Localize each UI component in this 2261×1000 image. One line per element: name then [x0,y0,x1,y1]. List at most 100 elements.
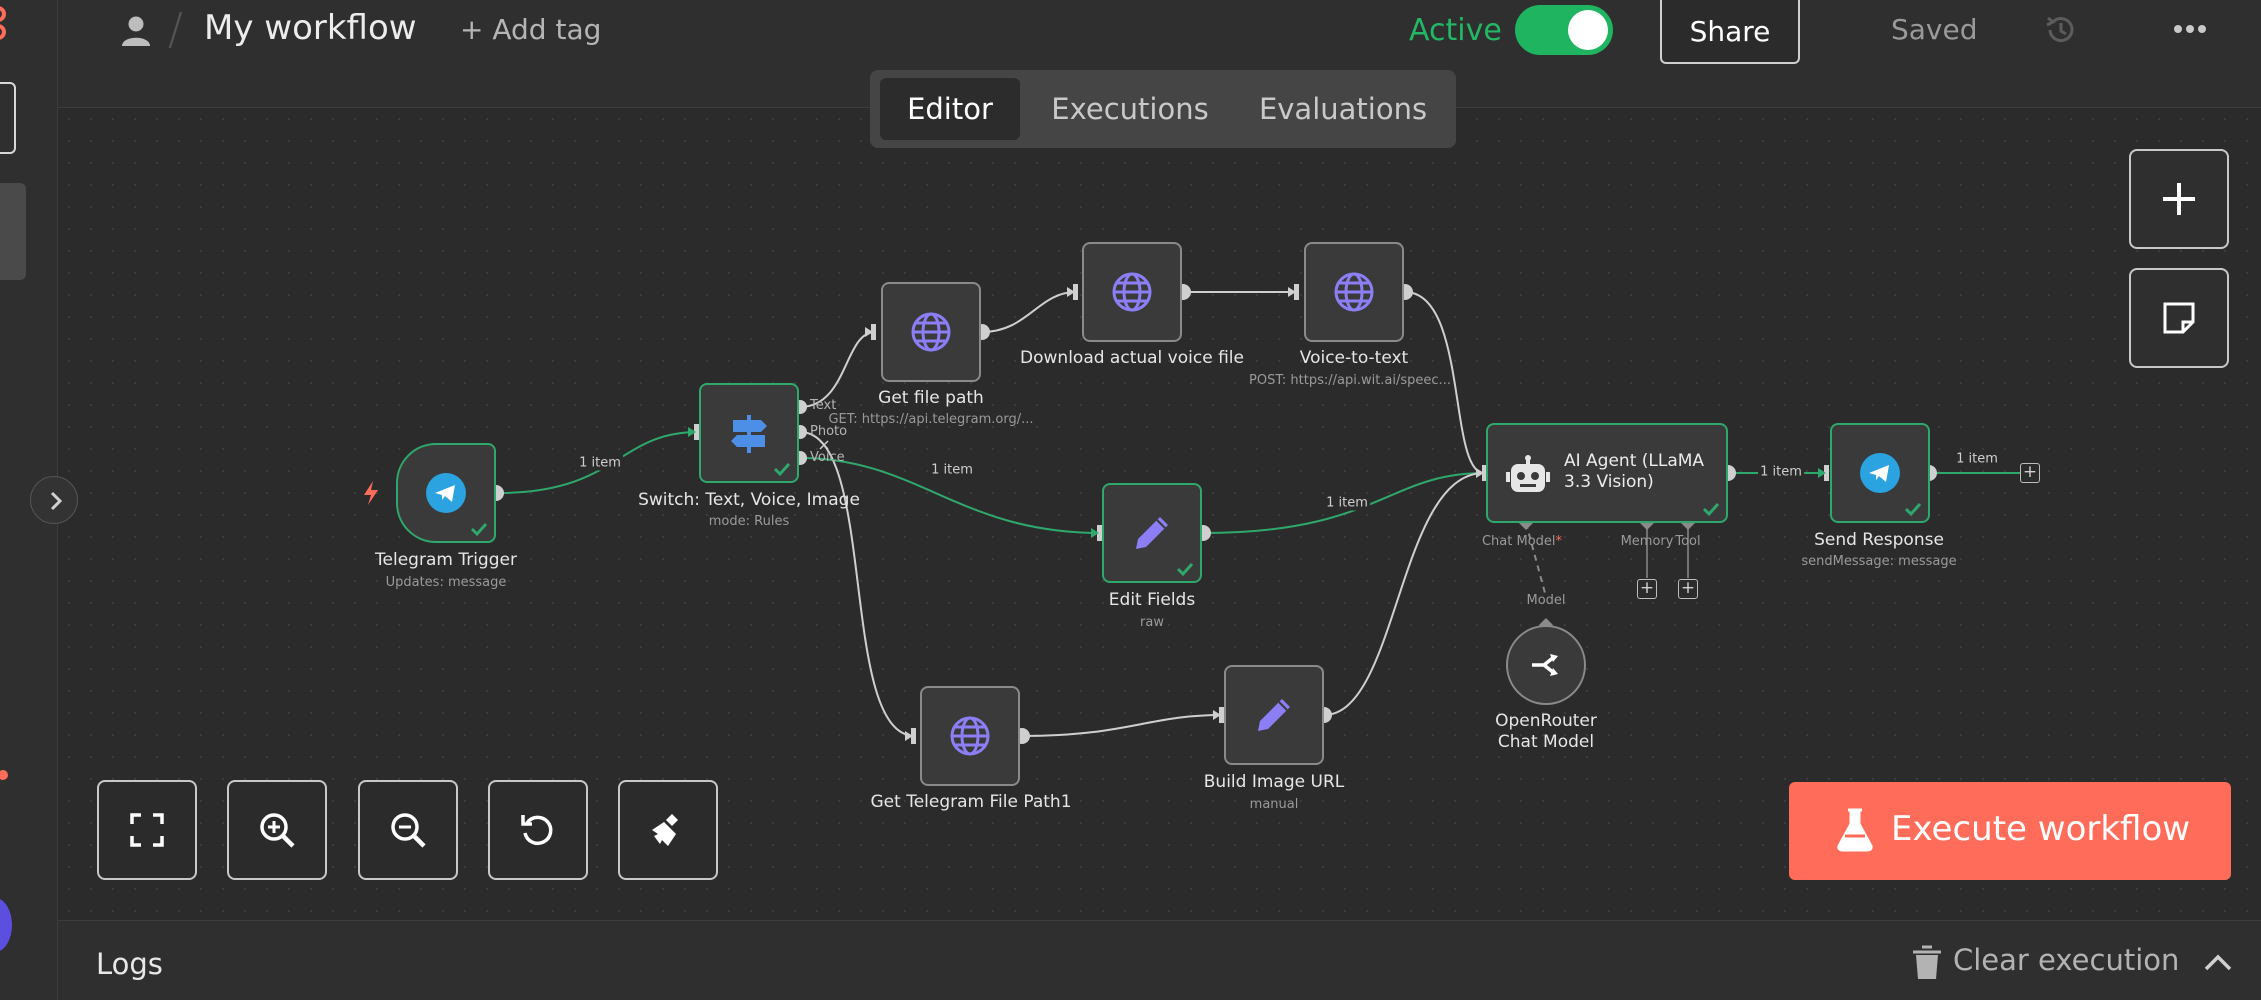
plus-icon [2163,183,2195,215]
sticky-note-icon [2163,302,2195,334]
logs-panel[interactable]: Logs Clear execution [58,920,2261,1000]
zoom-out-icon [391,813,426,848]
edge-switch-get-file-path [799,331,876,408]
flask-icon [1837,808,1873,852]
node-edit-fields[interactable] [1102,483,1202,583]
clear-execution-button[interactable]: Clear execution [1911,943,2179,979]
active-status-label: Active [1409,13,1502,48]
pencil-icon [1258,699,1290,731]
node-subtitle: manual [1249,797,1299,812]
workflow-canvas[interactable]: Telegram Trigger Updates: message 1 item… [30,108,2261,920]
more-options-icon[interactable] [2170,14,2210,44]
signpost-icon [731,415,767,453]
zoom-in-icon [260,813,295,848]
toggle-knob [1568,10,1608,50]
node-label: Send Response [1814,530,1944,550]
node-label: Telegram Trigger [375,550,517,570]
node-send-response[interactable] [1830,423,1930,523]
node-subtitle: sendMessage: message [1801,554,1957,569]
reset-zoom-button[interactable] [488,780,588,880]
success-check-icon [470,522,488,537]
tab-executions[interactable]: Executions [1030,78,1230,140]
sidebar-add-button[interactable] [0,82,16,154]
logs-title: Logs [96,947,163,981]
zoom-out-button[interactable] [358,780,458,880]
port-tool: Tool [1675,534,1701,549]
reset-icon [521,815,553,846]
edge-item-count: 1 item [929,462,975,478]
node-label: Switch: Text, Voice, Image [638,490,860,510]
switch-output-voice: Voice [810,450,845,465]
zoom-in-button[interactable] [227,780,327,880]
tidy-up-button[interactable] [618,780,718,880]
add-sticky-note-button[interactable] [2129,268,2229,368]
success-check-icon [1904,502,1922,517]
port-model: Model [1526,593,1566,608]
port-memory: Memory [1620,534,1674,549]
node-switch[interactable] [699,383,799,483]
user-icon[interactable] [114,10,158,50]
edge-item-count: 1 item [1954,451,2000,467]
success-check-icon [1702,502,1720,517]
node-voice-to-text[interactable] [1304,242,1404,342]
node-label: OpenRouter Chat Model [1495,711,1597,752]
notification-dot-icon [0,770,8,780]
execute-workflow-button[interactable]: Execute workflow [1789,782,2231,880]
openrouter-icon [1532,654,1558,676]
node-label: Download actual voice file [1020,348,1244,368]
fit-view-icon [130,813,164,847]
node-subtitle: GET: https://api.telegram.org/... [828,412,1034,427]
node-telegram-trigger[interactable] [396,443,496,543]
node-label: AI Agent (LLaMA 3.3 Vision) [1564,451,1705,492]
node-label: Voice-to-text [1299,348,1409,368]
sidebar-item-active[interactable] [0,183,26,280]
node-get-file-path[interactable] [881,282,981,382]
telegram-icon [426,473,466,513]
node-label: Edit Fields [1108,590,1196,610]
edge-item-count: 1 item [1758,464,1804,480]
edge-item-count: 1 item [577,455,623,471]
workflow-title[interactable]: My workflow [204,8,417,48]
node-download-voice[interactable] [1082,242,1182,342]
node-openrouter-chat-model[interactable] [1506,625,1586,705]
share-button[interactable]: Share [1660,0,1800,64]
active-toggle[interactable] [1515,5,1613,55]
trigger-bolt-icon [361,479,381,511]
node-subtitle: raw [1140,615,1164,630]
fit-view-button[interactable] [97,780,197,880]
robot-icon [1506,455,1550,492]
execute-workflow-label: Execute workflow [1891,809,2191,849]
breadcrumb-separator: / [168,4,183,55]
n8n-logo-icon[interactable] [0,2,16,42]
tab-evaluations[interactable]: Evaluations [1240,78,1446,140]
avatar[interactable] [0,898,12,952]
telegram-icon [1860,453,1900,493]
add-tag-button[interactable]: + Add tag [460,13,601,46]
pencil-icon [1136,517,1168,549]
add-next-node-button[interactable]: + [2020,463,2040,483]
globe-icon [1334,272,1374,312]
port-chat-model: Chat Model* [1481,534,1563,549]
node-build-image-url[interactable] [1224,665,1324,765]
tab-editor[interactable]: Editor [880,78,1020,140]
node-get-telegram-file-path1[interactable] [920,686,1020,786]
node-label: Build Image URL [1203,772,1345,792]
globe-icon [1112,272,1152,312]
node-ai-agent[interactable]: AI Agent (LLaMA 3.3 Vision) [1486,423,1728,523]
trash-icon [1913,945,1941,979]
node-label: Get Telegram File Path1 [870,792,1072,812]
globe-icon [950,716,990,756]
expand-sidebar-button[interactable] [30,476,78,524]
add-memory-button[interactable]: + [1637,579,1657,599]
switch-output-text: Text [810,398,837,413]
edge-item-count: 1 item [1324,495,1370,511]
broom-icon [652,814,678,846]
view-tabs: Editor Executions Evaluations [870,70,1456,148]
chevron-up-icon[interactable] [2198,945,2238,979]
globe-icon [911,312,951,352]
add-node-button[interactable] [2129,149,2229,249]
add-tool-button[interactable]: + [1678,579,1698,599]
saved-status: Saved [1891,13,1978,46]
history-icon[interactable] [2043,12,2079,48]
node-subtitle: mode: Rules [708,514,790,529]
